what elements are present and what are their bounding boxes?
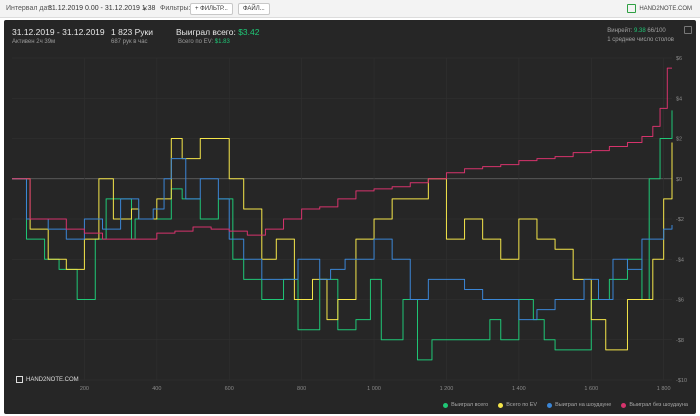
- x-tick-label: 600: [225, 386, 234, 392]
- legend-item-showdown[interactable]: Выиграл на шоудауне: [547, 402, 611, 408]
- brand-text: HAND2NOTE.COM: [639, 5, 692, 12]
- legend-dot-ev-icon: [498, 402, 504, 408]
- interval-selector[interactable]: 31.12.2019 0.00 - 31.12.2019 1:38: [48, 5, 155, 12]
- watermark-text: HAND2NOTE.COM: [26, 376, 79, 383]
- legend-label-showdown: Выиграл на шоудауне: [555, 402, 612, 408]
- watermark: HAND2NOTE.COM: [16, 376, 79, 383]
- y-tick-label: -$6: [676, 298, 684, 304]
- watermark-logo-icon: [16, 376, 23, 383]
- y-tick-label: -$8: [676, 338, 684, 344]
- interval-chevron-icon[interactable]: ▾: [143, 5, 147, 13]
- series-line-nonshowdown: [12, 67, 672, 240]
- x-tick-label: 400: [152, 386, 161, 392]
- series-line-ev: [12, 138, 673, 351]
- x-tick-label: 1 200: [440, 386, 454, 392]
- y-tick-label: $0: [676, 177, 682, 183]
- filters-label: Фильтры:: [160, 5, 191, 12]
- y-tick-label: -$2: [676, 217, 684, 223]
- hand2note-logo-icon: [627, 4, 637, 13]
- y-tick-label: -$10: [676, 378, 687, 384]
- interval-label: Интервал дат:: [6, 5, 53, 12]
- x-tick-label: 800: [297, 386, 306, 392]
- add-filter-button[interactable]: + ФИЛЬТР...: [190, 3, 233, 15]
- profit-graph: $6 $4 $2 $0 -$2 -$4 -$6 -$8 -$10 200 400 600 800 1 00…: [12, 56, 687, 392]
- x-tick-label: 1 000: [367, 386, 381, 392]
- y-tick-label: $2: [676, 137, 682, 143]
- legend-item-ev[interactable]: Всего по EV: [498, 402, 537, 408]
- top-toolbar: Интервал дат: 31.12.2019 0.00 - 31.12.20…: [0, 0, 700, 18]
- x-tick-label: 200: [80, 386, 89, 392]
- x-tick-label: 1 800: [657, 386, 671, 392]
- legend-dot-won-icon: [443, 402, 449, 408]
- graph-panel: 31.12.2019 - 31.12.2019 Активен 2ч 39м 1…: [4, 20, 696, 414]
- x-tick-label: 1 600: [584, 386, 598, 392]
- legend: Выиграл всего Всего по EV Выиграл на шоу…: [443, 402, 688, 408]
- legend-label-nonshowdown: Выиграл без шоудауна: [629, 402, 688, 408]
- legend-dot-nonshowdown-icon: [621, 402, 627, 408]
- x-tick-label: 1 400: [512, 386, 526, 392]
- legend-label-won: Выиграл всего: [451, 402, 489, 408]
- legend-item-nonshowdown[interactable]: Выиграл без шоудауна: [621, 402, 688, 408]
- series-line-won: [12, 110, 673, 361]
- file-button[interactable]: ФАЙЛ...: [238, 3, 270, 15]
- y-tick-label: $4: [676, 96, 682, 102]
- legend-item-won[interactable]: Выиграл всего: [443, 402, 488, 408]
- y-tick-label: -$4: [676, 257, 684, 263]
- brand: HAND2NOTE.COM: [627, 4, 692, 13]
- legend-dot-showdown-icon: [547, 402, 553, 408]
- legend-label-ev: Всего по EV: [506, 402, 538, 408]
- y-tick-label: $6: [676, 56, 682, 62]
